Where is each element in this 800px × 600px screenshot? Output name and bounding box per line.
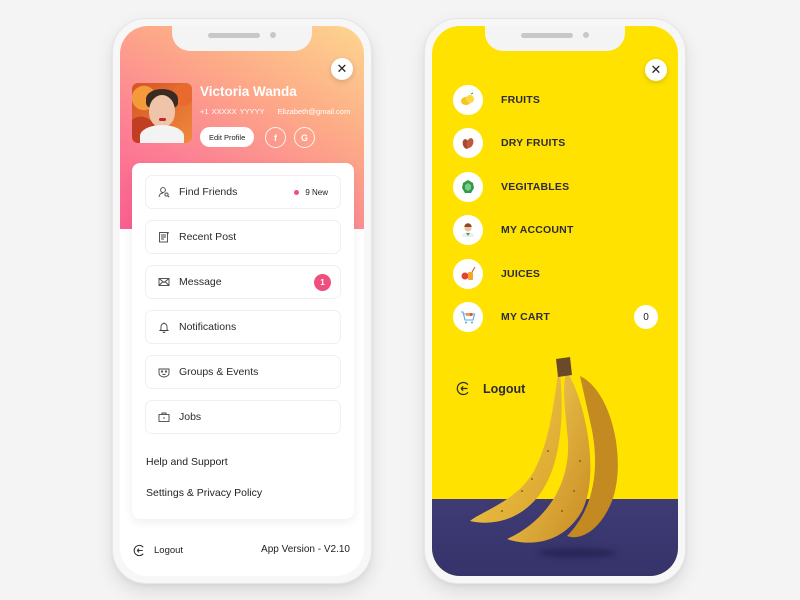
find-friends-icon [158,186,170,198]
facebook-button[interactable]: f [265,127,286,148]
menu-card: Find Friends 9 New Recent Post Message 1 [132,163,354,519]
logout-button[interactable]: Logout [133,544,183,557]
message-count-badge: 1 [314,273,331,291]
groups-events-icon [158,366,170,378]
close-icon: ✕ [650,62,662,77]
envelope-icon [158,276,170,288]
lemon-icon [453,85,483,115]
google-icon: G [300,132,308,143]
almond-icon [453,128,483,158]
menu-item-label: Find Friends [179,186,238,198]
bell-icon [158,321,170,333]
close-menu-button[interactable]: ✕ [331,58,353,80]
banana-image [470,357,618,543]
recent-post-icon [158,231,170,243]
menu-item-label: Jobs [179,411,202,423]
profile-contact: +1 XXXXX YYYYY Elizabeth@gmail.com [200,107,350,116]
logout-icon [133,544,144,557]
category-my-account[interactable]: MY ACCOUNT [453,215,574,245]
cart-count-badge: 0 [634,305,658,329]
menu-item-label: Groups & Events [179,366,259,378]
edit-profile-button[interactable]: Edit Profile [200,127,255,147]
category-my-cart[interactable]: MY CART [453,302,550,332]
menu-item-label: Message [179,276,222,288]
profile-email: Elizabeth@gmail.com [277,107,351,116]
app-version: App Version - V2.10 [261,544,350,555]
new-friends-badge: 9 New [294,188,328,197]
category-juices[interactable]: JUICES [453,259,540,289]
menu-item-label: Recent Post [179,231,237,243]
settings-privacy-link[interactable]: Settings & Privacy Policy [146,487,262,499]
phone-left-social-menu: ✕ Victoria Wanda +1 XXXXX YYYYY Elizabet… [112,18,372,584]
category-label: FRUITS [501,94,541,106]
phone-right-grocery-menu: ✕ FRUITS DRY FRUITS VEGITABLES MY ACCOUN… [424,18,686,584]
close-icon: ✕ [336,61,348,76]
left-screen: ✕ Victoria Wanda +1 XXXXX YYYYY Elizabet… [120,26,364,576]
close-menu-button[interactable]: ✕ [645,59,667,81]
category-fruits[interactable]: FRUITS [453,85,540,115]
menu-item-message[interactable]: Message 1 [145,265,341,299]
menu-item-recent-post[interactable]: Recent Post [145,220,341,254]
profile-avatar[interactable] [132,83,192,143]
help-support-link[interactable]: Help and Support [146,456,228,468]
profile-phone: +1 XXXXX YYYYY [200,107,265,116]
category-label: MY CART [501,311,551,323]
category-dry-fruits[interactable]: DRY FRUITS [453,128,565,158]
user-avatar-icon [453,215,483,245]
menu-item-label: Notifications [179,321,237,333]
menu-item-notifications[interactable]: Notifications [145,310,341,344]
category-label: VEGITABLES [501,181,570,193]
briefcase-icon [158,411,170,423]
category-label: MY ACCOUNT [501,224,574,236]
menu-item-jobs[interactable]: Jobs [145,400,341,434]
category-label: DRY FRUITS [501,137,566,149]
cart-icon [453,302,483,332]
facebook-icon: f [274,132,277,143]
phone-notch [172,26,312,51]
category-vegitables[interactable]: VEGITABLES [453,172,569,202]
phone-notch [485,26,625,51]
menu-item-groups-events[interactable]: Groups & Events [145,355,341,389]
google-button[interactable]: G [294,127,315,148]
juice-icon [453,259,483,289]
logout-label: Logout [154,545,184,556]
category-label: JUICES [501,268,541,280]
profile-name: Victoria Wanda [200,84,297,99]
right-screen: ✕ FRUITS DRY FRUITS VEGITABLES MY ACCOUN… [432,26,678,576]
menu-item-find-friends[interactable]: Find Friends 9 New [145,175,341,209]
cabbage-icon [453,172,483,202]
